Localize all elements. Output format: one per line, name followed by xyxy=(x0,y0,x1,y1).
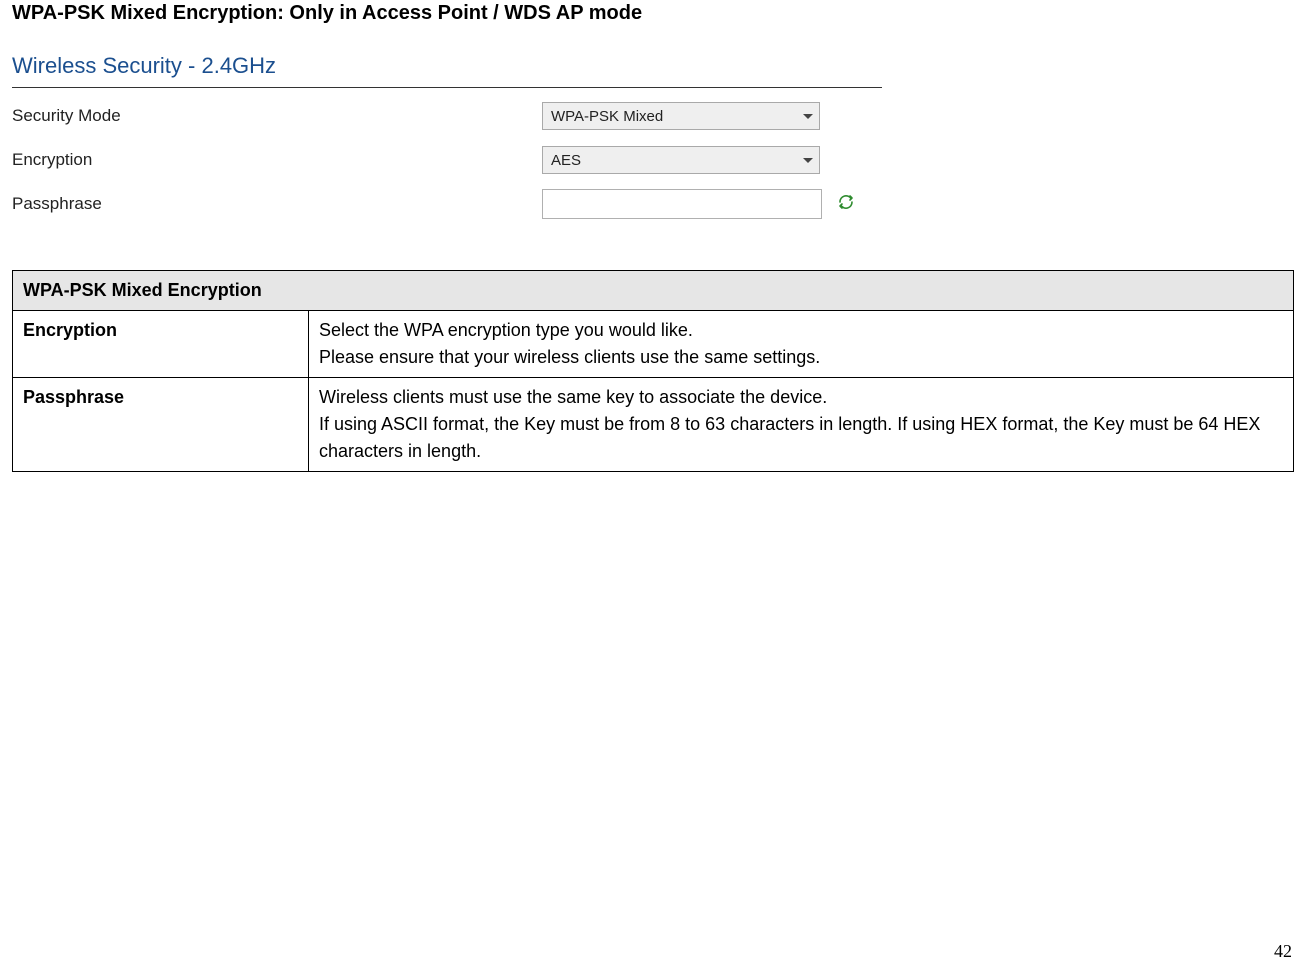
table-row: Passphrase Wireless clients must use the… xyxy=(13,378,1294,472)
section-heading: Wireless Security - 2.4GHz xyxy=(12,53,882,88)
refresh-icon[interactable] xyxy=(838,194,854,215)
label-encryption: Encryption xyxy=(12,150,542,170)
cell-passphrase-desc: Wireless clients must use the same key t… xyxy=(309,378,1294,472)
passphrase-input[interactable] xyxy=(542,189,822,219)
cell-encryption-label: Encryption xyxy=(13,311,309,378)
chevron-down-icon xyxy=(803,114,813,119)
table-header: WPA-PSK Mixed Encryption xyxy=(13,271,1294,311)
row-security-mode: Security Mode WPA-PSK Mixed xyxy=(12,94,882,138)
label-security-mode: Security Mode xyxy=(12,106,542,126)
security-mode-value: WPA-PSK Mixed xyxy=(551,108,663,125)
chevron-down-icon xyxy=(803,158,813,163)
cell-passphrase-label: Passphrase xyxy=(13,378,309,472)
encryption-select[interactable]: AES xyxy=(542,146,820,174)
page-title: WPA-PSK Mixed Encryption: Only in Access… xyxy=(12,0,1302,25)
page-number: 42 xyxy=(1274,941,1292,962)
row-passphrase: Passphrase xyxy=(12,182,882,226)
row-encryption: Encryption AES xyxy=(12,138,882,182)
cell-encryption-desc: Select the WPA encryption type you would… xyxy=(309,311,1294,378)
wireless-security-screenshot: Wireless Security - 2.4GHz Security Mode… xyxy=(12,53,882,226)
description-table: WPA-PSK Mixed Encryption Encryption Sele… xyxy=(12,270,1294,472)
table-row: Encryption Select the WPA encryption typ… xyxy=(13,311,1294,378)
security-mode-select[interactable]: WPA-PSK Mixed xyxy=(542,102,820,130)
encryption-value: AES xyxy=(551,152,581,169)
label-passphrase: Passphrase xyxy=(12,194,542,214)
